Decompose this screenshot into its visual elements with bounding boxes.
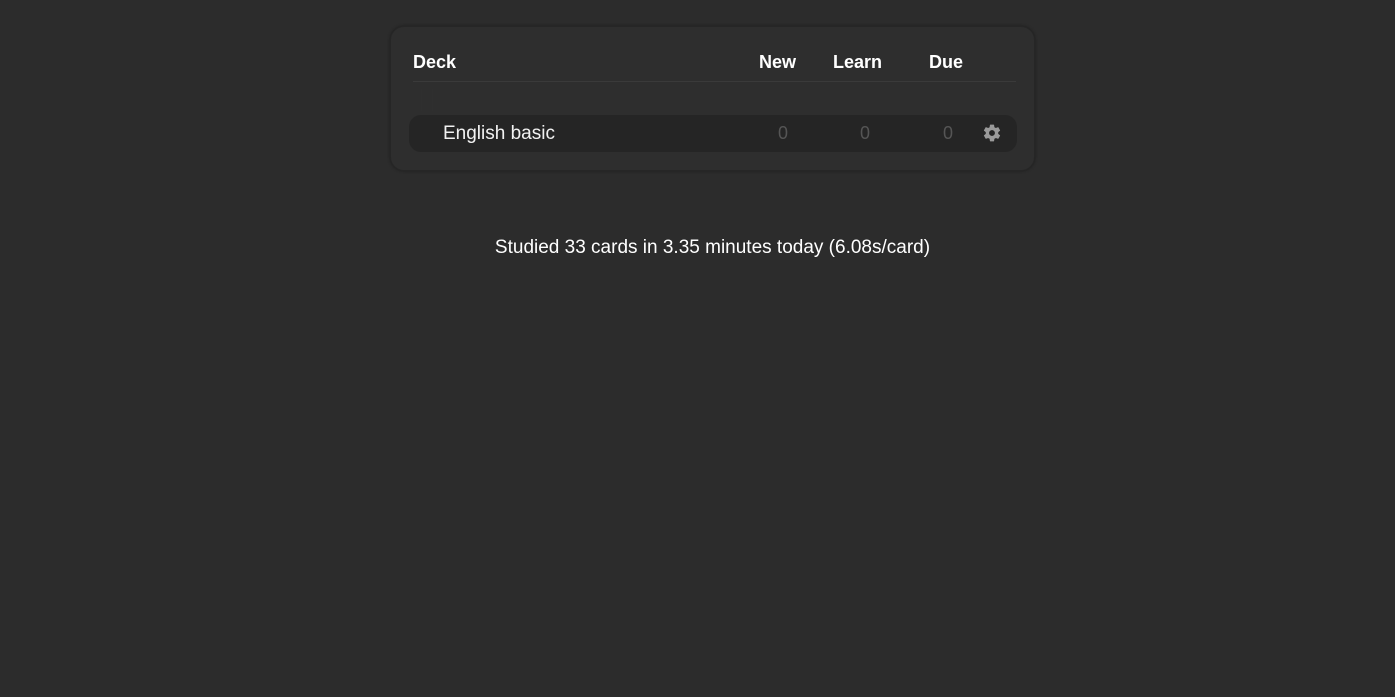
column-header-new: New [759,52,797,72]
deck-row[interactable]: English basic 0 0 0 [409,115,1017,152]
divider [421,89,433,111]
deck-new-count: 0 [777,123,788,143]
column-header-due: Due [929,52,964,72]
deck-name-link[interactable]: English basic [443,115,555,152]
gear-icon[interactable] [982,123,1002,143]
deck-learn-count: 0 [859,123,870,143]
column-header-deck: Deck [413,52,457,72]
deck-due-count: 0 [942,123,953,143]
study-stats-text: Studied 33 cards in 3.35 minutes today (… [494,237,931,258]
column-header-learn: Learn [833,52,883,72]
deck-list-panel: Deck New Learn Due English basic 0 0 0 [390,26,1035,171]
deck-table-header: Deck New Learn Due [413,51,1016,82]
